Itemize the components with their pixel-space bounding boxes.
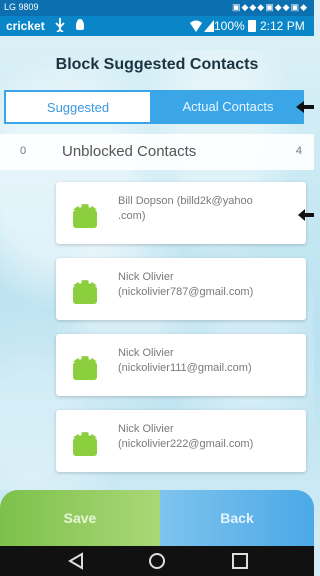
notification-icons: ▣◆◆◆▣◆◆▣◆ (231, 2, 308, 12)
nav-recents-icon[interactable] (230, 552, 250, 570)
arrow-left-icon (296, 101, 314, 113)
contact-name: Nick Olivier (nickolivier111@gmail.com) (118, 346, 298, 376)
notification-left-text: LG 9809 (4, 2, 39, 12)
contact-name: Bill Dopson (billd2k@yahoo .com) (118, 194, 298, 224)
android-mini-icon (74, 18, 86, 35)
battery-icon (248, 20, 256, 32)
save-button[interactable]: Save (0, 490, 160, 546)
section-label: Unblocked Contacts (62, 143, 197, 160)
contact-line-1: Nick Olivier (118, 347, 174, 359)
contact-card[interactable]: Nick Olivier (nickolivier222@gmail.com) (56, 410, 306, 472)
unblocked-contacts-header: 0 Unblocked Contacts 4 (0, 134, 314, 170)
status-bar: cricket 100% 2:12 PM (0, 16, 314, 36)
contact-line-1: Nick Olivier (118, 271, 174, 283)
tab-actual-contacts[interactable]: Actual Contacts (152, 90, 304, 124)
tab-bar: Suggested Actual Contacts (0, 90, 314, 128)
contact-card[interactable]: Nick Olivier (nickolivier111@gmail.com) (56, 334, 306, 396)
wifi-icon (190, 18, 202, 35)
contact-card[interactable]: Nick Olivier (nickolivier787@gmail.com) (56, 258, 306, 320)
android-robot-icon (73, 356, 97, 380)
contact-line-2: (nickolivier787@gmail.com) (118, 286, 254, 298)
arrow-left-icon (298, 209, 314, 221)
contact-line-1: Bill Dopson (billd2k@yahoo (118, 195, 253, 207)
clock: 2:12 PM (260, 19, 305, 33)
nav-home-icon[interactable] (147, 552, 167, 570)
usb-icon (54, 18, 66, 35)
signal-icon (204, 18, 214, 35)
page-title: Block Suggested Contacts (55, 56, 259, 73)
contact-name: Nick Olivier (nickolivier787@gmail.com) (118, 270, 298, 300)
android-robot-icon (73, 432, 97, 456)
system-nav-bar (0, 546, 314, 576)
battery-percent: 100% (214, 19, 245, 33)
contact-line-1: Nick Olivier (118, 423, 174, 435)
contact-line-2: (nickolivier222@gmail.com) (118, 438, 254, 450)
contact-line-2: (nickolivier111@gmail.com) (118, 362, 252, 374)
back-button[interactable]: Back (160, 490, 314, 546)
tab-suggested[interactable]: Suggested (4, 90, 152, 124)
nav-back-icon[interactable] (66, 552, 86, 570)
contact-name: Nick Olivier (nickolivier222@gmail.com) (118, 422, 298, 452)
contact-card[interactable]: Bill Dopson (billd2k@yahoo .com) (56, 182, 306, 244)
left-count: 0 (20, 145, 27, 157)
contact-line-2: .com) (118, 210, 146, 222)
android-robot-icon (73, 204, 97, 228)
android-robot-icon (73, 280, 97, 304)
right-count: 4 (295, 145, 302, 157)
carrier-name: cricket (6, 19, 45, 33)
notification-strip: LG 9809 ▣◆◆◆▣◆◆▣◆ (0, 0, 314, 16)
